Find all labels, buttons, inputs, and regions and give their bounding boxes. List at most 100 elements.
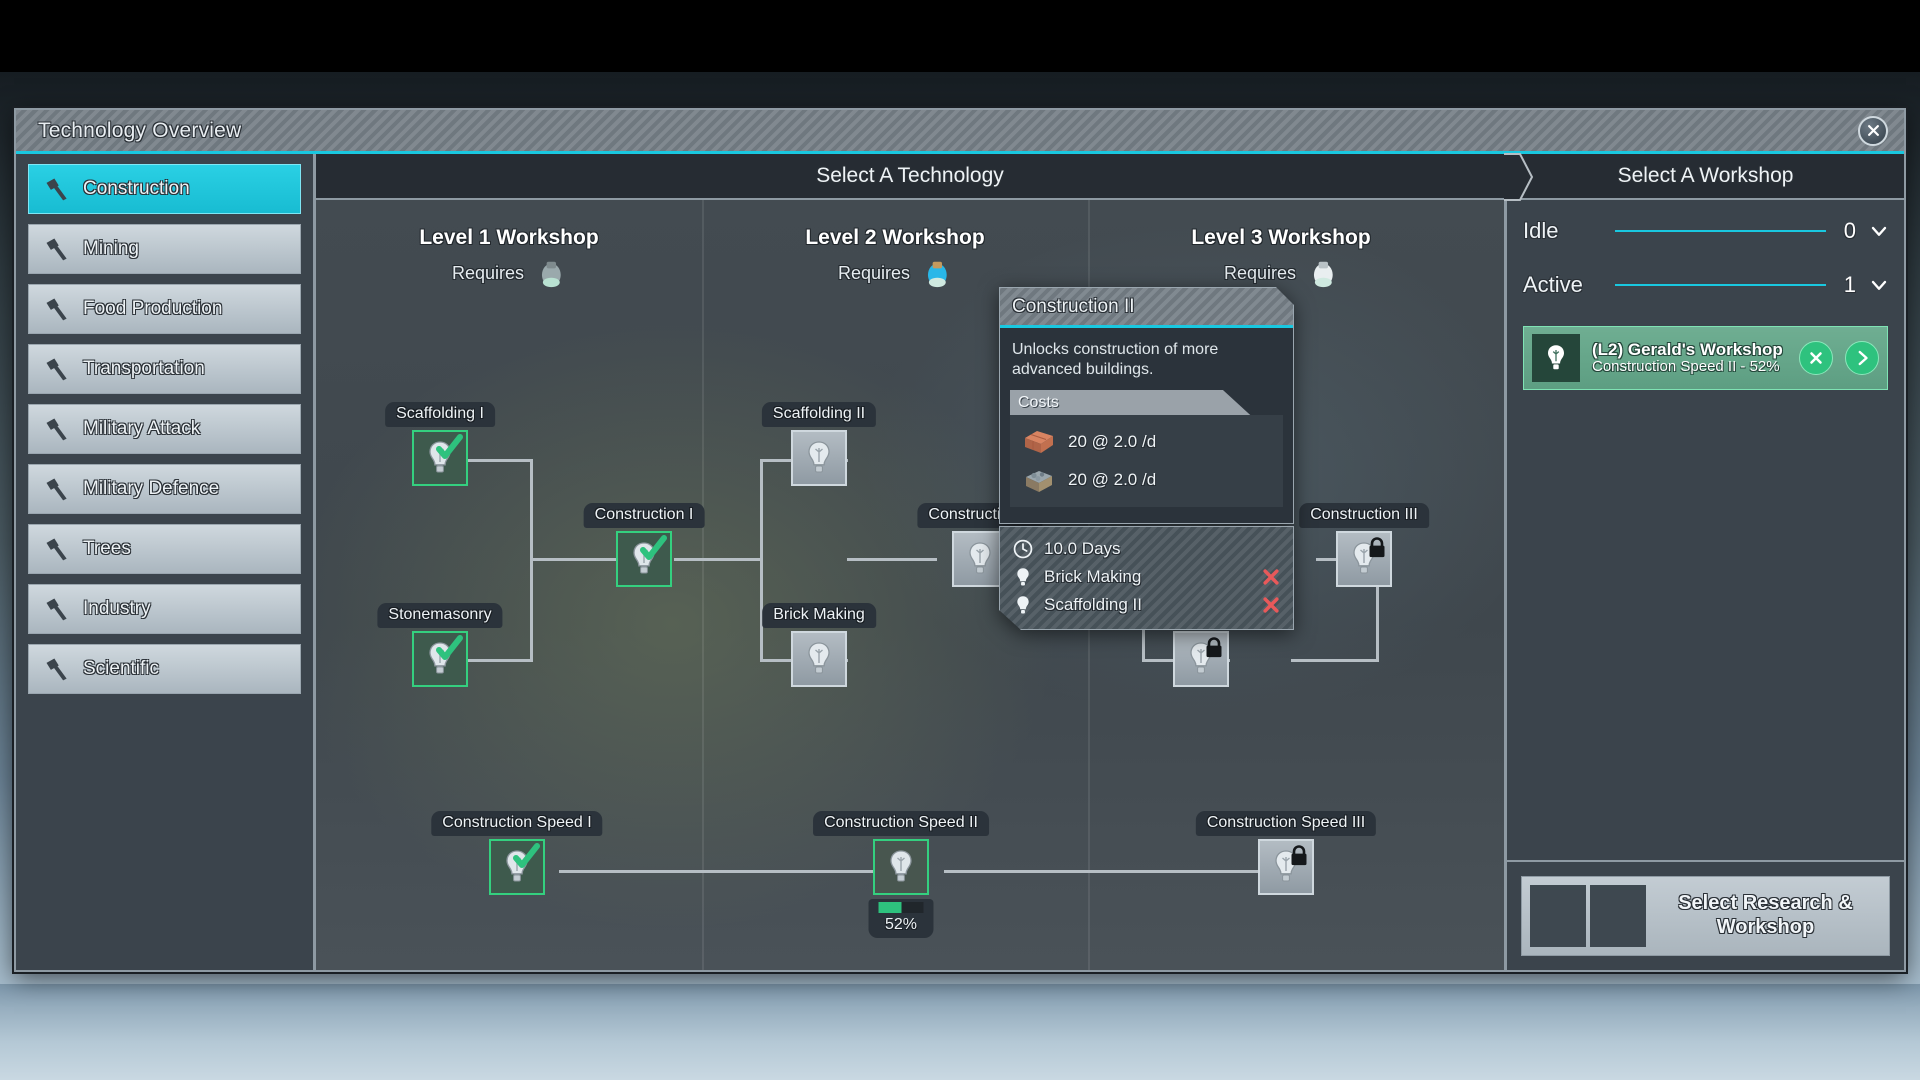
tech-node-construction-speed-2[interactable]: Construction Speed II 52%: [813, 811, 989, 938]
sidebar-item-label: Construction: [83, 178, 190, 199]
confirm-workshop-button[interactable]: [1845, 341, 1879, 375]
letterbox-top: [0, 0, 1920, 72]
bulb-icon: [808, 642, 830, 674]
chevron-down-icon[interactable]: [1870, 222, 1888, 240]
tech-node-label: Construction Speed I: [431, 811, 603, 836]
tech-node-label: Scaffolding II: [761, 402, 877, 427]
tech-node-box[interactable]: [1173, 631, 1229, 687]
cross-icon: [1261, 567, 1281, 587]
tooltip-requirements: 10.0 Days Brick Making Scaffolding II: [999, 526, 1294, 630]
bulb-icon: [890, 850, 912, 882]
potion-white-icon: [1313, 261, 1333, 288]
category-sidebar: Construction Mining Food Production Tran…: [16, 154, 316, 970]
tech-node-progress: 52%: [868, 899, 934, 938]
column-header-level-3: Level 3 Workshop Requires: [1191, 226, 1371, 288]
hammer-icon: [46, 478, 67, 501]
sidebar-item-transportation[interactable]: Transportation: [28, 344, 301, 394]
workshop-slot[interactable]: [1590, 885, 1646, 947]
tech-node-label: Scaffolding I: [385, 402, 495, 427]
window-titlebar: Technology Overview: [16, 110, 1904, 154]
tree-header-label: Select A Technology: [816, 164, 1004, 187]
tech-node-construction-3[interactable]: Construction III: [1299, 503, 1429, 587]
chevron-down-icon[interactable]: [1870, 276, 1888, 294]
slot-row-active: Active 1: [1523, 272, 1888, 298]
tech-node-label: Construction III: [1299, 503, 1429, 528]
tech-node-box[interactable]: [412, 430, 468, 486]
workshop-footer: Select Research & Workshop: [1507, 860, 1904, 970]
column-header-level-1: Level 1 Workshop Requires: [419, 226, 599, 288]
connector-line: [530, 558, 616, 561]
hammer-icon: [46, 358, 67, 381]
requires-label: Requires: [837, 262, 911, 283]
workshop-card-subtitle: Construction Speed II - 52%: [1592, 358, 1780, 376]
tooltip-costs-list: 20 @ 2.0 /d 20 @ 2.0 /d: [1010, 415, 1283, 507]
bulb-icon: [1012, 594, 1034, 616]
tech-node-construction-speed-3[interactable]: Construction Speed III: [1195, 811, 1377, 895]
technology-tree[interactable]: Level 1 Workshop Requires Level 2 Worksh…: [316, 200, 1504, 970]
progress-bar-fill: [878, 902, 902, 913]
tech-node-box[interactable]: [791, 430, 847, 486]
workshop-content: Idle 0 Active 1 (L2) Gerald's Workshop C…: [1507, 200, 1904, 860]
sidebar-item-label: Mining: [83, 238, 139, 259]
tech-node-box[interactable]: [489, 839, 545, 895]
slot-row-idle: Idle 0: [1523, 218, 1888, 244]
tech-node-scaffolding-2[interactable]: Scaffolding II: [761, 402, 877, 486]
cancel-workshop-button[interactable]: [1799, 341, 1833, 375]
sidebar-item-label: Trees: [83, 538, 131, 559]
tech-node-label: Construction Speed III: [1195, 811, 1377, 836]
lock-icon: [1369, 537, 1385, 558]
tech-node-glass-making[interactable]: Glass Making: [1141, 603, 1261, 687]
select-research-workshop-button[interactable]: Select Research & Workshop: [1521, 876, 1890, 956]
tech-node-label: Construction Speed II: [813, 811, 989, 836]
tech-node-construction-1[interactable]: Construction I: [583, 503, 705, 587]
column-requires: Requires: [1191, 258, 1370, 288]
workshop-header-label: Select A Workshop: [1617, 164, 1794, 187]
tech-node-label: Construction I: [583, 503, 705, 528]
page-title: Technology Overview: [38, 118, 242, 142]
sidebar-item-label: Military Attack: [83, 418, 201, 439]
tech-node-box[interactable]: [873, 839, 929, 895]
workshop-card-text: (L2) Gerald's Workshop Construction Spee…: [1592, 341, 1787, 375]
column-requires: Requires: [805, 258, 984, 288]
requirement-row-time: 10.0 Days: [1012, 535, 1281, 563]
bulb-icon: [969, 542, 991, 574]
cross-icon: [1261, 595, 1281, 615]
tech-node-construction-speed-1[interactable]: Construction Speed I: [431, 811, 603, 895]
bulb-icon: [1012, 566, 1034, 588]
tooltip-main: Construction II Unlocks construction of …: [999, 287, 1294, 524]
requirement-label: 10.0 Days: [1044, 539, 1121, 558]
tech-node-box[interactable]: [791, 631, 847, 687]
hammer-icon: [46, 418, 67, 441]
tech-node-brick-making[interactable]: Brick Making: [762, 603, 876, 687]
sidebar-item-military-attack[interactable]: Military Attack: [28, 404, 301, 454]
connector-line: [468, 459, 533, 462]
research-slot[interactable]: [1530, 885, 1586, 947]
tech-node-box[interactable]: [616, 531, 672, 587]
stone-icon: [1022, 465, 1056, 495]
tech-node-box[interactable]: [1336, 531, 1392, 587]
sidebar-item-military-defence[interactable]: Military Defence: [28, 464, 301, 514]
connector-line: [944, 870, 1311, 873]
workshop-card[interactable]: (L2) Gerald's Workshop Construction Spee…: [1523, 326, 1888, 390]
sidebar-item-industry[interactable]: Industry: [28, 584, 301, 634]
sidebar-item-trees[interactable]: Trees: [28, 524, 301, 574]
tooltip-title: Construction II: [1000, 288, 1293, 328]
connector-line: [559, 870, 926, 873]
close-icon[interactable]: [1858, 115, 1888, 146]
sidebar-item-construction[interactable]: Construction: [28, 164, 301, 214]
sidebar-item-food-production[interactable]: Food Production: [28, 284, 301, 334]
tech-node-box[interactable]: [1258, 839, 1314, 895]
connector-line: [468, 659, 533, 662]
chevron-tab-icon: [1504, 153, 1534, 201]
hammer-icon: [46, 538, 67, 561]
slot-divider: [1615, 230, 1826, 232]
tech-node-stonemasonry[interactable]: Stonemasonry: [377, 603, 503, 687]
slot-divider: [1615, 284, 1826, 286]
sidebar-item-scientific[interactable]: Scientific: [28, 644, 301, 694]
sidebar-item-mining[interactable]: Mining: [28, 224, 301, 274]
tech-node-box[interactable]: [412, 631, 468, 687]
sidebar-item-label: Military Defence: [83, 478, 220, 499]
cost-value: 20 @ 2.0 /d: [1068, 432, 1157, 451]
tech-node-scaffolding-1[interactable]: Scaffolding I: [385, 402, 495, 486]
sidebar-item-label: Industry: [83, 598, 151, 619]
